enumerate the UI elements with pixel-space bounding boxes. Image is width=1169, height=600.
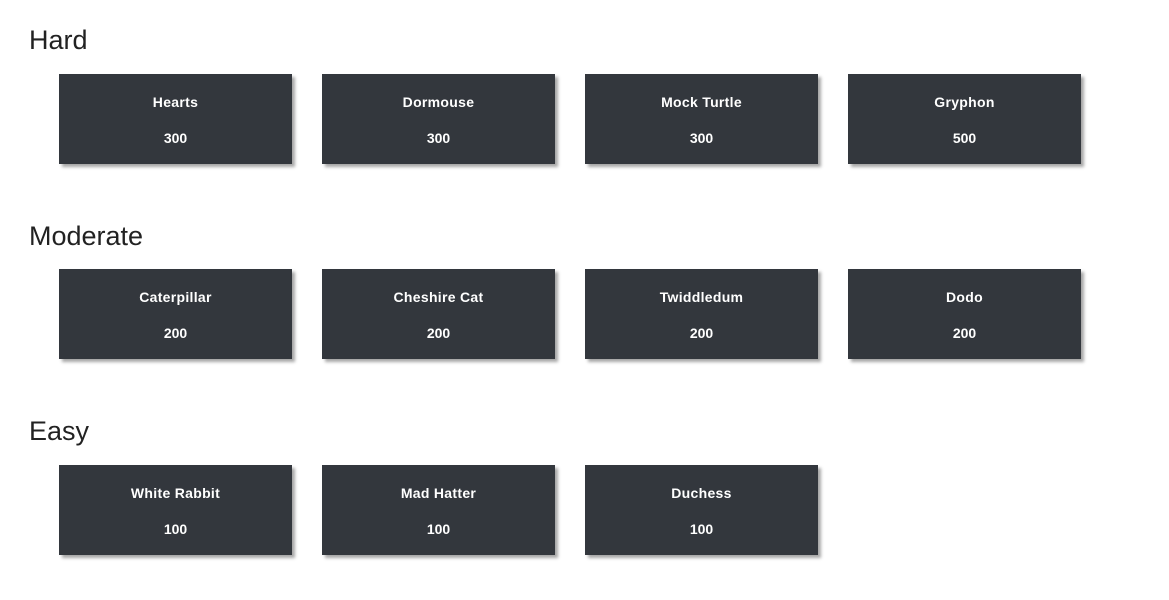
challenge-card[interactable]: Gryphon 500 bbox=[848, 74, 1081, 164]
category-title: Hard bbox=[29, 25, 88, 55]
challenge-card-list: White Rabbit 100 Mad Hatter 100 Duchess … bbox=[59, 465, 818, 555]
challenge-name: Dormouse bbox=[402, 94, 475, 110]
challenge-name: Dodo bbox=[946, 289, 983, 305]
challenge-card[interactable]: Dodo 200 bbox=[848, 269, 1081, 359]
challenge-points: 300 bbox=[426, 130, 451, 146]
challenge-card[interactable]: Duchess 100 bbox=[585, 465, 818, 555]
challenge-card[interactable]: Dormouse 300 bbox=[322, 74, 555, 164]
challenge-card-list: Hearts 300 Dormouse 300 Mock Turtle 300 … bbox=[59, 74, 1081, 164]
challenge-points: 100 bbox=[426, 521, 451, 537]
challenge-name: Caterpillar bbox=[139, 289, 212, 305]
challenge-card[interactable]: Mad Hatter 100 bbox=[322, 465, 555, 555]
challenge-card[interactable]: White Rabbit 100 bbox=[59, 465, 292, 555]
category-title: Moderate bbox=[29, 221, 144, 251]
challenge-name: Mock Turtle bbox=[661, 94, 742, 110]
challenge-name: Gryphon bbox=[934, 94, 995, 110]
challenge-points: 200 bbox=[952, 325, 977, 341]
category-title: Easy bbox=[29, 416, 90, 446]
challenge-points: 100 bbox=[163, 521, 188, 537]
challenge-card[interactable]: Mock Turtle 300 bbox=[585, 74, 818, 164]
challenge-card[interactable]: Cheshire Cat 200 bbox=[322, 269, 555, 359]
challenge-name: White Rabbit bbox=[130, 485, 221, 501]
challenge-name: Twiddledum bbox=[659, 289, 744, 305]
challenge-name: Duchess bbox=[671, 485, 732, 501]
challenge-name: Mad Hatter bbox=[400, 485, 477, 501]
challenge-card-list: Caterpillar 200 Cheshire Cat 200 Twiddle… bbox=[59, 269, 1081, 359]
challenge-board: Hard Hearts 300 Dormouse 300 Mock Turtle… bbox=[0, 0, 1169, 600]
challenge-points: 300 bbox=[689, 130, 714, 146]
challenge-points: 200 bbox=[426, 325, 451, 341]
challenge-points: 200 bbox=[163, 325, 188, 341]
challenge-name: Cheshire Cat bbox=[393, 289, 484, 305]
challenge-name: Hearts bbox=[152, 94, 199, 110]
challenge-card[interactable]: Hearts 300 bbox=[59, 74, 292, 164]
challenge-points: 300 bbox=[163, 130, 188, 146]
challenge-points: 100 bbox=[689, 521, 714, 537]
challenge-card[interactable]: Caterpillar 200 bbox=[59, 269, 292, 359]
challenge-card[interactable]: Twiddledum 200 bbox=[585, 269, 818, 359]
challenge-points: 200 bbox=[689, 325, 714, 341]
challenge-points: 500 bbox=[952, 130, 977, 146]
